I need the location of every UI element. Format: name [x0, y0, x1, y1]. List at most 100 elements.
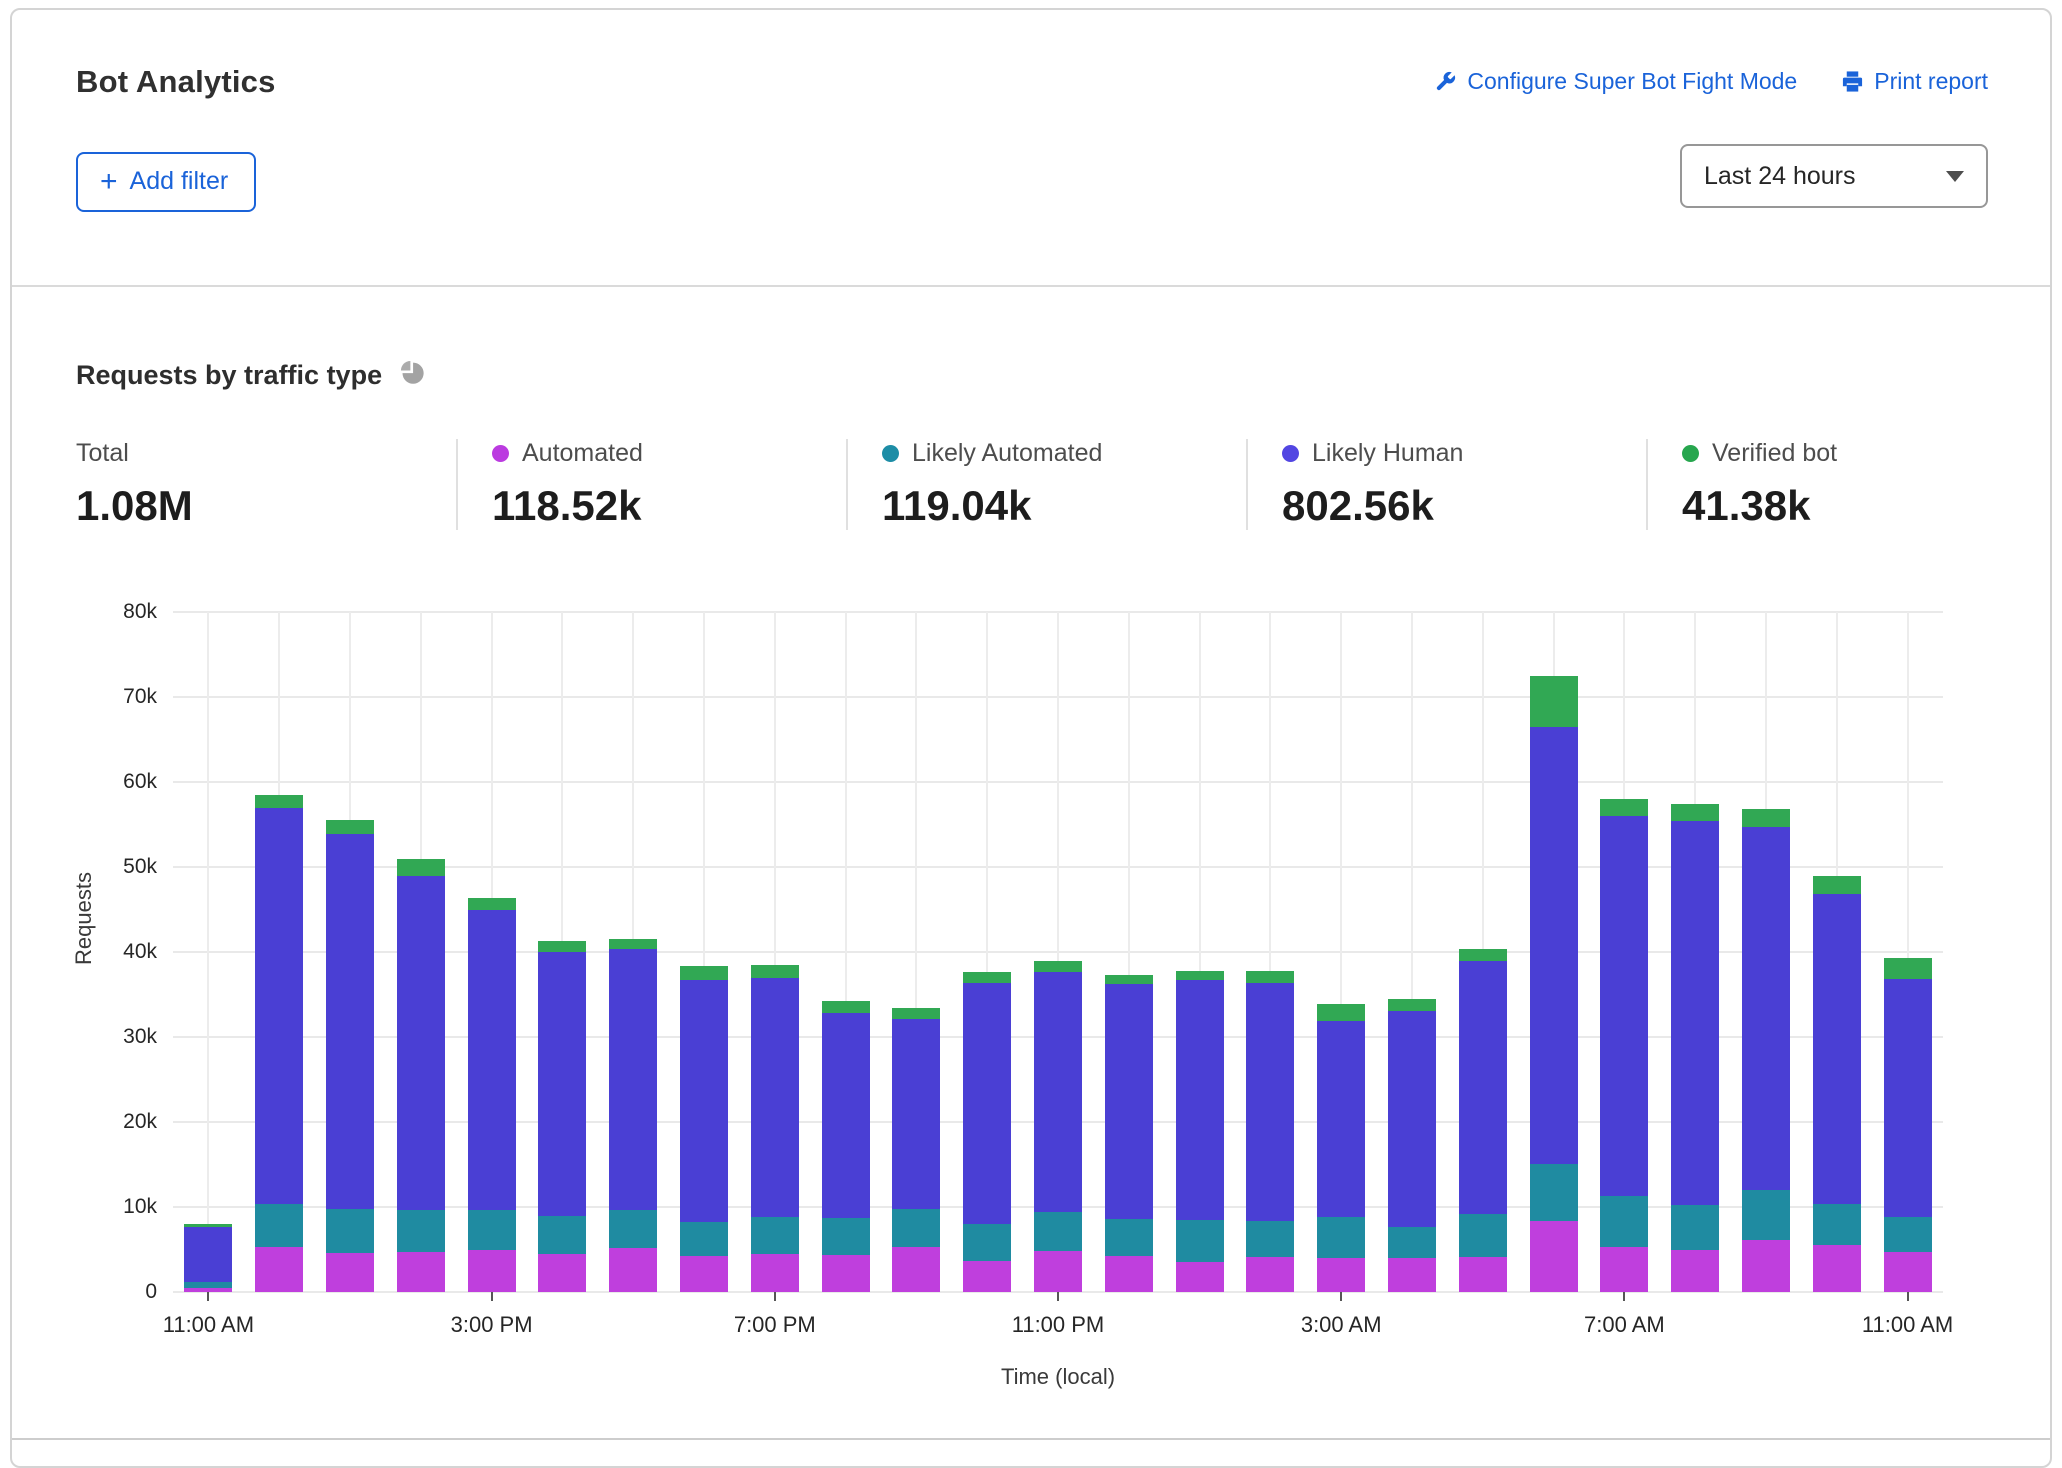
bar-segment-likely-automated	[1246, 1221, 1294, 1258]
stacked-bar-12:00 PM	[255, 795, 303, 1292]
stat-total-value: 1.08M	[76, 482, 436, 530]
bar-segment-automated	[538, 1254, 586, 1292]
stacked-bar-5:00 AM	[1459, 949, 1507, 1292]
bar-segment-likely-automated	[822, 1218, 870, 1255]
x-tick	[1340, 1292, 1342, 1301]
bar-segment-automated	[1671, 1250, 1719, 1293]
bar-segment-likely-automated	[1105, 1219, 1153, 1256]
x-tick-label: 3:00 PM	[451, 1312, 533, 1338]
bar-segment-verified-bot	[468, 898, 516, 910]
stacked-bar-3:00 AM	[1317, 1004, 1365, 1292]
bar-segment-likely-human	[397, 876, 445, 1211]
bar-segment-likely-automated	[1600, 1196, 1648, 1247]
x-tick	[491, 1292, 493, 1301]
y-tick-label: 30k	[123, 1025, 157, 1049]
stat-likely-automated: Likely Automated 119.04k	[846, 439, 1246, 530]
x-tick	[774, 1292, 776, 1301]
stat-likely-human: Likely Human 802.56k	[1246, 439, 1646, 530]
stat-likely-automated-value: 119.04k	[882, 482, 1226, 530]
bar-segment-automated	[1884, 1252, 1932, 1292]
bar-segment-likely-automated	[751, 1217, 799, 1254]
stats-row: Total 1.08M Automated 118.52k Likely Aut…	[76, 439, 1986, 530]
x-tick	[207, 1292, 209, 1301]
stacked-bar-5:00 PM	[609, 939, 657, 1292]
x-tick	[1907, 1292, 1909, 1301]
bar-segment-likely-automated	[1813, 1204, 1861, 1246]
bar-segment-likely-human	[1671, 821, 1719, 1205]
stat-likely-human-value: 802.56k	[1282, 482, 1626, 530]
stat-total-label: Total	[76, 439, 129, 468]
y-tick-label: 20k	[123, 1110, 157, 1134]
stacked-bar-4:00 AM	[1388, 999, 1436, 1292]
bar-segment-automated	[609, 1248, 657, 1292]
bar-segment-automated	[892, 1247, 940, 1292]
bar-segment-likely-automated	[1459, 1214, 1507, 1257]
x-tick-label: 3:00 AM	[1301, 1312, 1382, 1338]
y-tick-label: 40k	[123, 940, 157, 964]
bar-segment-likely-human	[1530, 727, 1578, 1164]
stacked-bar-11:00 AM	[184, 1224, 232, 1292]
y-tick-label: 10k	[123, 1195, 157, 1219]
time-range-select[interactable]: Last 24 hours	[1680, 144, 1988, 208]
configure-super-bot-fight-mode-link[interactable]: Configure Super Bot Fight Mode	[1434, 68, 1797, 95]
plot-area: 010k20k30k40k50k60k70k80k11:00 AM3:00 PM…	[173, 612, 1943, 1292]
bar-segment-automated	[1034, 1251, 1082, 1292]
bar-segment-verified-bot	[326, 820, 374, 834]
bar-segment-verified-bot	[1388, 999, 1436, 1011]
requests-chart: Requests 010k20k30k40k50k60k70k80k11:00 …	[76, 612, 1986, 1372]
bar-segment-automated	[326, 1253, 374, 1292]
x-axis-title: Time (local)	[173, 1364, 1943, 1390]
bar-segment-likely-human	[892, 1019, 940, 1209]
stacked-bar-3:00 PM	[468, 898, 516, 1292]
plus-icon: +	[100, 171, 118, 193]
bar-segment-likely-automated	[892, 1209, 940, 1247]
stat-likely-automated-label: Likely Automated	[912, 439, 1102, 468]
bar-segment-likely-automated	[609, 1210, 657, 1247]
bar-segment-likely-human	[1813, 894, 1861, 1203]
stat-verified-bot-value: 41.38k	[1682, 482, 1966, 530]
stat-verified-bot: Verified bot 41.38k	[1646, 439, 1986, 530]
bottom-divider	[12, 1438, 2050, 1440]
bar-segment-likely-automated	[255, 1204, 303, 1247]
stacked-bar-1:00 AM	[1176, 971, 1224, 1292]
bar-segment-likely-automated	[1317, 1217, 1365, 1258]
bar-segment-likely-human	[1034, 972, 1082, 1212]
bar-segment-likely-automated	[1176, 1220, 1224, 1263]
stacked-bar-11:00 PM	[1034, 961, 1082, 1292]
stacked-bar-8:00 PM	[822, 1001, 870, 1292]
bar-segment-likely-human	[1317, 1021, 1365, 1217]
time-range-value: Last 24 hours	[1704, 162, 1856, 191]
stacked-bar-7:00 PM	[751, 965, 799, 1292]
bar-segment-verified-bot	[1530, 676, 1578, 727]
bar-segment-likely-human	[822, 1013, 870, 1218]
stacked-bar-12:00 AM	[1105, 975, 1153, 1292]
bar-segment-verified-bot	[751, 965, 799, 979]
bar-segment-automated	[963, 1261, 1011, 1292]
bar-segment-automated	[255, 1247, 303, 1292]
bar-segment-likely-human	[1742, 827, 1790, 1190]
y-axis-title: Requests	[71, 872, 97, 965]
bar-segment-likely-human	[1105, 984, 1153, 1219]
bar-segment-likely-human	[680, 980, 728, 1222]
section-title: Requests by traffic type	[76, 360, 382, 391]
bar-segment-automated	[680, 1256, 728, 1292]
x-tick	[1623, 1292, 1625, 1301]
requests-section: Requests by traffic type Total 1.08M Aut…	[12, 287, 2050, 1372]
bar-segment-likely-human	[1459, 961, 1507, 1213]
bar-segment-verified-bot	[255, 795, 303, 808]
x-tick-label: 7:00 PM	[734, 1312, 816, 1338]
bar-segment-likely-human	[1884, 979, 1932, 1217]
add-filter-button[interactable]: + Add filter	[76, 152, 256, 212]
print-link-label: Print report	[1874, 68, 1988, 95]
likely-human-legend-dot	[1282, 445, 1299, 462]
bar-segment-automated	[1530, 1221, 1578, 1292]
bar-segment-automated	[1459, 1257, 1507, 1292]
stacked-bar-1:00 PM	[326, 820, 374, 1292]
bar-segment-likely-automated	[1388, 1227, 1436, 1258]
print-report-link[interactable]: Print report	[1841, 68, 1988, 95]
bar-segment-verified-bot	[1600, 799, 1648, 816]
stacked-bar-9:00 AM	[1742, 809, 1790, 1292]
bar-segment-likely-human	[1176, 980, 1224, 1220]
stat-likely-human-label: Likely Human	[1312, 439, 1463, 468]
bar-segment-likely-human	[1388, 1011, 1436, 1228]
